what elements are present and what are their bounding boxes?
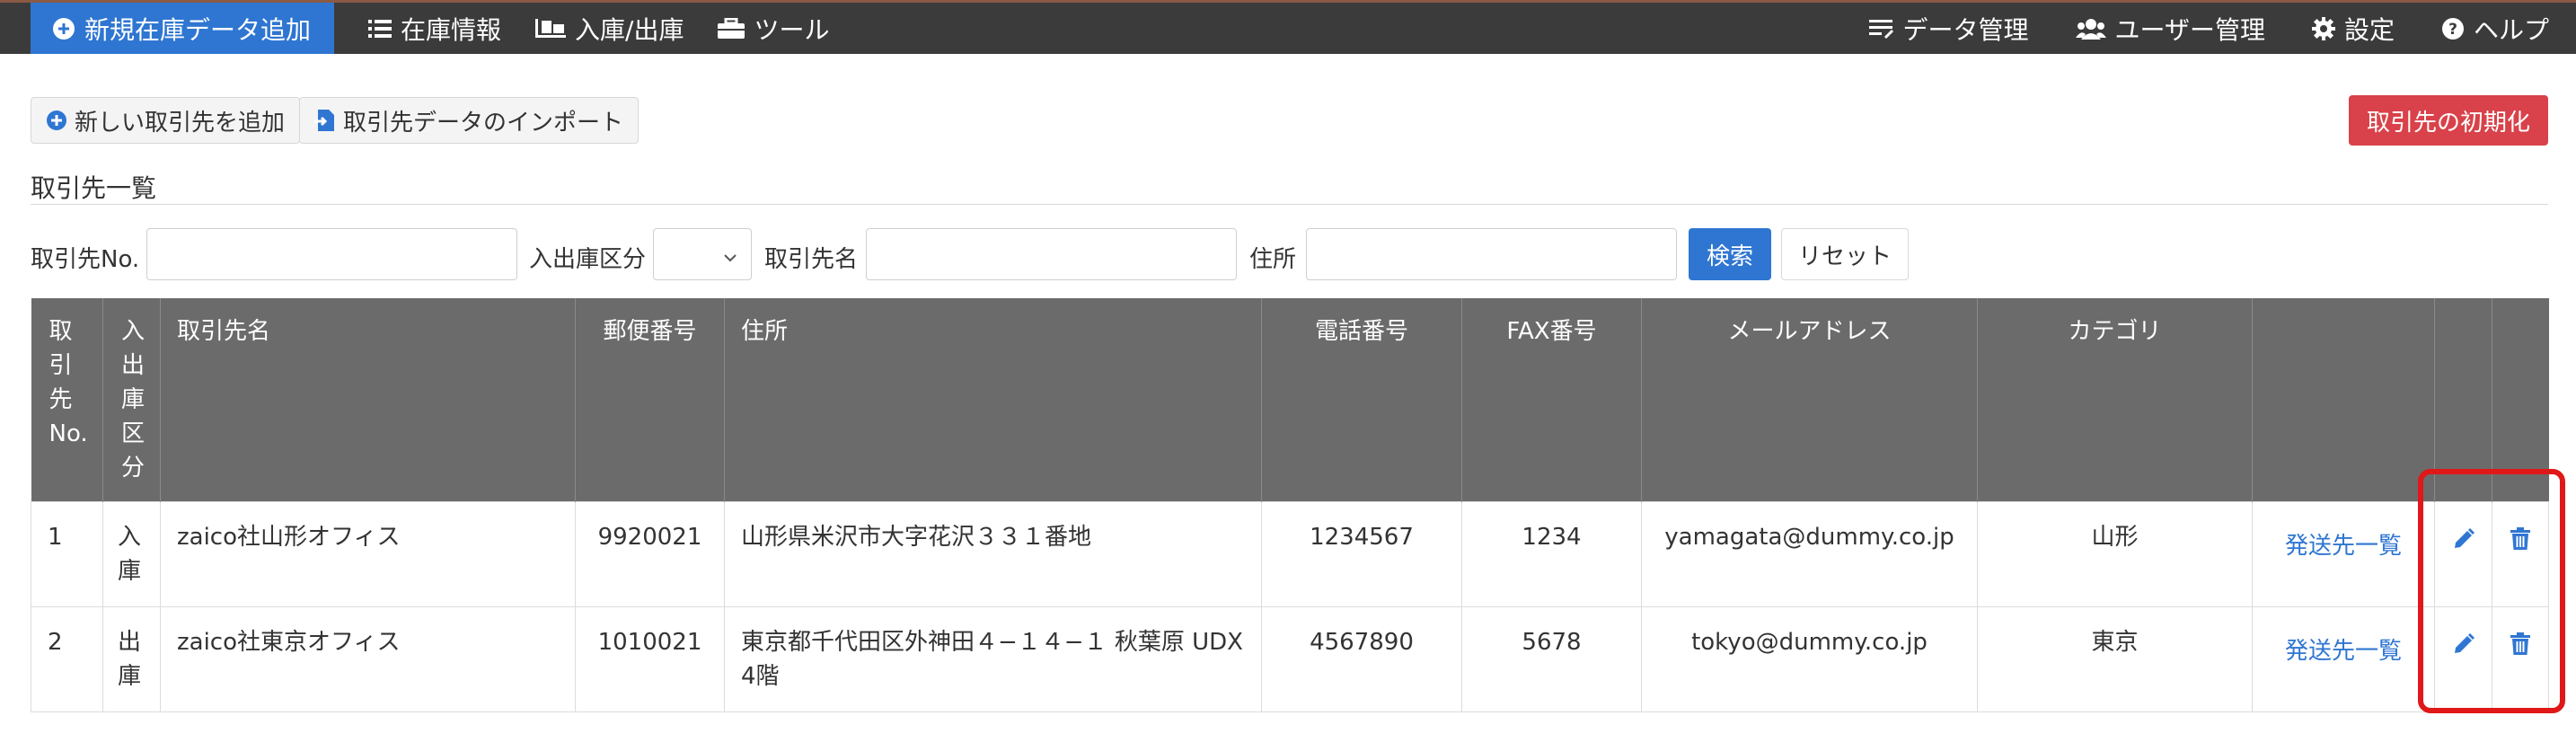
header-address[interactable]: 住所 xyxy=(724,298,1262,502)
partner-name-label: 取引先名 xyxy=(764,246,859,273)
cell-phone: 4567890 xyxy=(1261,606,1462,712)
cell-inout-type: 入庫 xyxy=(102,501,161,607)
header-phone[interactable]: 電話番号 xyxy=(1261,298,1462,502)
cell-partner-name: zaico社東京オフィス xyxy=(160,606,576,712)
cell-inout-type: 出庫 xyxy=(102,606,161,712)
address-label: 住所 xyxy=(1249,246,1297,273)
import-partner-button[interactable]: 取引先データのインポート xyxy=(299,97,640,144)
header-postal[interactable]: 郵便番号 xyxy=(575,298,725,502)
nav-settings[interactable]: 設定 xyxy=(2311,3,2395,54)
reset-button-label: リセット xyxy=(1797,243,1892,270)
header-category[interactable]: カテゴリ xyxy=(1977,298,2253,502)
shipping-destinations-link[interactable]: 発送先一覧 xyxy=(2285,634,2402,668)
nav-help-label: ヘルプ xyxy=(2473,14,2549,45)
nav-user-management-label: ユーザー管理 xyxy=(2114,14,2265,45)
header-link xyxy=(2252,298,2435,502)
nav-add-stock-label: 新規在庫データ追加 xyxy=(84,14,312,45)
table-row: 1 入庫 zaico社山形オフィス 9920021 山形県米沢市大字花沢３３１番… xyxy=(31,501,2549,607)
cell-partner-no: 1 xyxy=(31,501,103,607)
cell-postal: 9920021 xyxy=(575,501,725,607)
shipping-destinations-link[interactable]: 発送先一覧 xyxy=(2285,529,2402,563)
nav-help[interactable]: ? ヘルプ xyxy=(2441,3,2549,54)
cell-link: 発送先一覧 xyxy=(2252,606,2435,712)
file-import-icon xyxy=(314,109,336,132)
partner-table: 取引先No. 入出庫区分 取引先名 郵便番号 住所 電話番号 FAX番号 メール… xyxy=(31,298,2549,712)
cell-phone: 1234567 xyxy=(1261,501,1462,607)
nav-left: 新規在庫データ追加 在庫情報 入庫/出庫 ツール xyxy=(0,3,829,54)
header-email[interactable]: メールアドレス xyxy=(1641,298,1978,502)
cell-category: 東京 xyxy=(1977,606,2253,712)
partner-no-label: 取引先No. xyxy=(31,246,140,273)
cell-email: tokyo@dummy.co.jp xyxy=(1641,606,1978,712)
section-divider xyxy=(31,204,2548,205)
reset-partners-button[interactable]: 取引先の初期化 xyxy=(2348,95,2548,146)
nav-inout-label: 入庫/出庫 xyxy=(575,14,684,45)
header-fax[interactable]: FAX番号 xyxy=(1461,298,1642,502)
nav-inout[interactable]: 入庫/出庫 xyxy=(535,3,684,54)
nav-data-management-label: データ管理 xyxy=(1902,14,2029,45)
section-title: 取引先一覧 xyxy=(31,173,157,203)
top-nav: 新規在庫データ追加 在庫情報 入庫/出庫 ツール データ管理 ユーザー管理 設定… xyxy=(0,0,2576,54)
cell-partner-no: 2 xyxy=(31,606,103,712)
nav-tools[interactable]: ツール xyxy=(718,3,829,54)
inout-type-select[interactable] xyxy=(653,228,752,280)
cell-address: 山形県米沢市大字花沢３３１番地 xyxy=(724,501,1262,607)
add-partner-button[interactable]: 新しい取引先を追加 xyxy=(31,97,301,144)
partner-name-input[interactable] xyxy=(866,228,1237,280)
address-input[interactable] xyxy=(1306,228,1677,280)
nav-user-management[interactable]: ユーザー管理 xyxy=(2075,3,2265,54)
cell-email: yamagata@dummy.co.jp xyxy=(1641,501,1978,607)
edit-delete-highlight-box xyxy=(2418,469,2565,713)
cell-partner-name: zaico社山形オフィス xyxy=(160,501,576,607)
nav-data-management[interactable]: データ管理 xyxy=(1868,3,2029,54)
partner-no-input[interactable] xyxy=(146,228,517,280)
table-row: 2 出庫 zaico社東京オフィス 1010021 東京都千代田区外神田４−１４… xyxy=(31,606,2549,712)
help-icon: ? xyxy=(2441,17,2465,40)
users-icon xyxy=(2075,18,2106,40)
dolly-icon xyxy=(535,17,567,40)
nav-settings-label: 設定 xyxy=(2343,14,2395,45)
data-list-icon xyxy=(1868,18,1894,40)
search-button[interactable]: 検索 xyxy=(1689,228,1771,280)
nav-tools-label: ツール xyxy=(754,14,830,45)
import-partner-label: 取引先データのインポート xyxy=(343,109,624,137)
cell-fax: 1234 xyxy=(1461,501,1642,607)
table-header-row: 取引先No. 入出庫区分 取引先名 郵便番号 住所 電話番号 FAX番号 メール… xyxy=(31,298,2549,502)
gear-icon xyxy=(2311,16,2335,40)
nav-add-stock[interactable]: 新規在庫データ追加 xyxy=(31,3,335,54)
toolbox-icon xyxy=(718,17,745,40)
list-icon xyxy=(368,18,393,40)
plus-circle-icon xyxy=(46,110,67,131)
cell-fax: 5678 xyxy=(1461,606,1642,712)
cell-postal: 1010021 xyxy=(575,606,725,712)
reset-button[interactable]: リセット xyxy=(1781,228,1909,280)
nav-stock-info[interactable]: 在庫情報 xyxy=(368,3,501,54)
chevron-down-icon xyxy=(722,245,738,272)
plus-circle-icon xyxy=(52,17,75,40)
search-button-label: 検索 xyxy=(1706,243,1753,270)
inout-type-label: 入出庫区分 xyxy=(529,246,647,273)
nav-stock-info-label: 在庫情報 xyxy=(401,14,502,45)
cell-category: 山形 xyxy=(1977,501,2253,607)
svg-text:?: ? xyxy=(2448,21,2457,39)
cell-address: 東京都千代田区外神田４−１４−１ 秋葉原 UDX 4階 xyxy=(724,606,1262,712)
cell-link: 発送先一覧 xyxy=(2252,501,2435,607)
add-partner-label: 新しい取引先を追加 xyxy=(75,109,286,137)
reset-partners-label: 取引先の初期化 xyxy=(2366,109,2530,137)
header-partner-no[interactable]: 取引先No. xyxy=(31,298,103,502)
header-inout-type[interactable]: 入出庫区分 xyxy=(102,298,161,502)
header-partner-name[interactable]: 取引先名 xyxy=(160,298,576,502)
nav-right: データ管理 ユーザー管理 設定 ? ヘルプ xyxy=(1849,3,2576,54)
